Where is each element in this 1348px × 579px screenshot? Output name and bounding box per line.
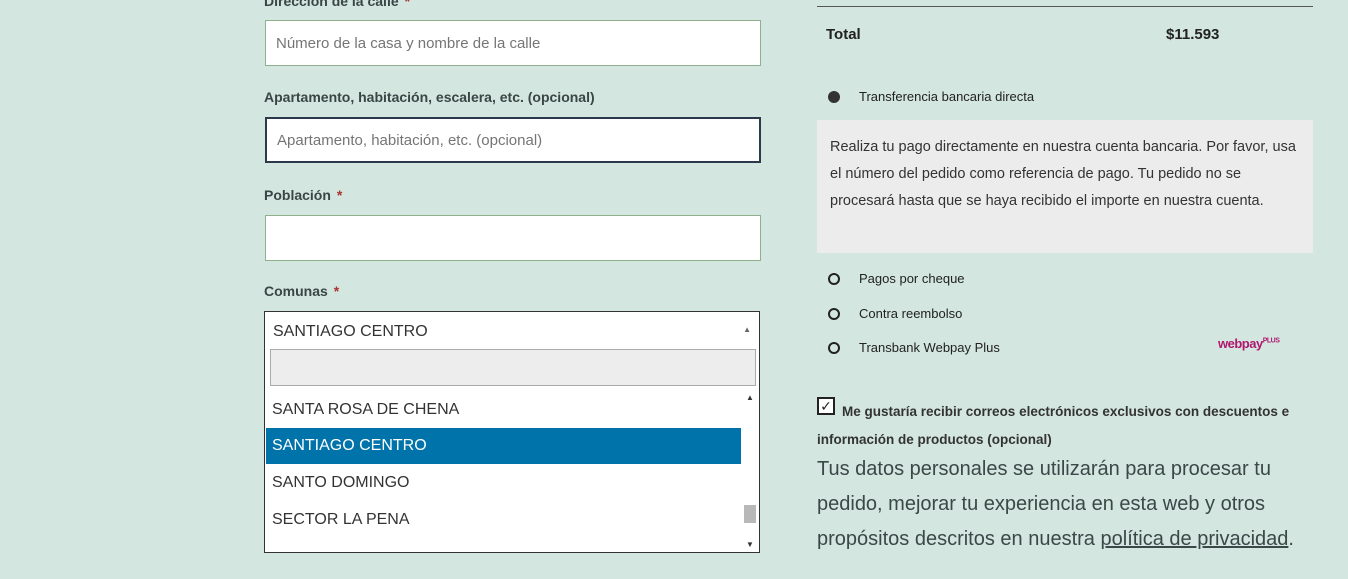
comuna-search-input[interactable] xyxy=(270,349,756,386)
city-label-text: Población xyxy=(264,187,331,203)
required-mark: * xyxy=(336,187,343,203)
checkmark-icon: ✓ xyxy=(820,398,832,414)
divider xyxy=(817,6,1313,7)
address-label-text: Dirección de la calle xyxy=(264,0,399,9)
required-mark: * xyxy=(333,283,340,299)
privacy-notice: Tus datos personales se utilizarán para … xyxy=(817,452,1317,557)
dropdown-scrollbar[interactable]: ▲ ▼ xyxy=(742,391,758,551)
payment-label-cod[interactable]: Contra reembolso xyxy=(859,306,962,321)
payment-radio-cod[interactable] xyxy=(828,308,840,320)
payment-label-cheque[interactable]: Pagos por cheque xyxy=(859,271,965,286)
city-input[interactable] xyxy=(265,215,761,261)
comuna-label-text: Comunas xyxy=(264,283,328,299)
total-label: Total xyxy=(826,26,861,43)
caret-up-icon: ▲ xyxy=(743,325,751,334)
scroll-down-icon[interactable]: ▼ xyxy=(746,540,754,549)
webpay-logo-text: webpay xyxy=(1218,336,1263,351)
scroll-up-icon[interactable]: ▲ xyxy=(746,393,754,402)
newsletter-label[interactable]: Me gustaría recibir correos electrónicos… xyxy=(817,398,1307,454)
privacy-end: . xyxy=(1288,528,1294,550)
comuna-option[interactable]: SANTA ROSA DE CHENA xyxy=(266,392,741,428)
payment-radio-transfer[interactable] xyxy=(828,91,840,103)
comuna-label: Comunas * xyxy=(264,283,339,299)
payment-radio-cheque[interactable] xyxy=(828,273,840,285)
newsletter-checkbox[interactable]: ✓ xyxy=(817,397,835,415)
payment-radio-webpay[interactable] xyxy=(828,342,840,354)
comuna-option[interactable]: SECTOR LA PENA xyxy=(266,502,741,538)
comuna-dropdown: SANTA ROSA DE CHENA SANTIAGO CENTRO SANT… xyxy=(264,343,760,553)
apartment-input[interactable] xyxy=(265,117,761,163)
bank-transfer-description: Realiza tu pago directamente en nuestra … xyxy=(817,120,1313,253)
privacy-policy-link[interactable]: política de privacidad xyxy=(1101,528,1289,550)
payment-label-transfer[interactable]: Transferencia bancaria directa xyxy=(859,89,1034,104)
city-label: Población * xyxy=(264,187,342,203)
comuna-option[interactable]: SANTO DOMINGO xyxy=(266,465,741,501)
total-value: $11.593 xyxy=(1166,26,1220,43)
comuna-selected-value: SANTIAGO CENTRO xyxy=(273,322,428,340)
comuna-option-selected[interactable]: SANTIAGO CENTRO xyxy=(266,428,741,464)
scrollbar-thumb[interactable] xyxy=(744,505,756,523)
address-label: Dirección de la calle * xyxy=(264,0,410,9)
required-mark: * xyxy=(404,0,411,9)
apartment-label: Apartamento, habitación, escalera, etc. … xyxy=(264,89,595,105)
webpay-logo: webpayPLUS xyxy=(1218,336,1280,351)
payment-label-webpay[interactable]: Transbank Webpay Plus xyxy=(859,340,1000,355)
address-input[interactable] xyxy=(265,20,761,66)
webpay-logo-sup: PLUS xyxy=(1262,337,1280,345)
